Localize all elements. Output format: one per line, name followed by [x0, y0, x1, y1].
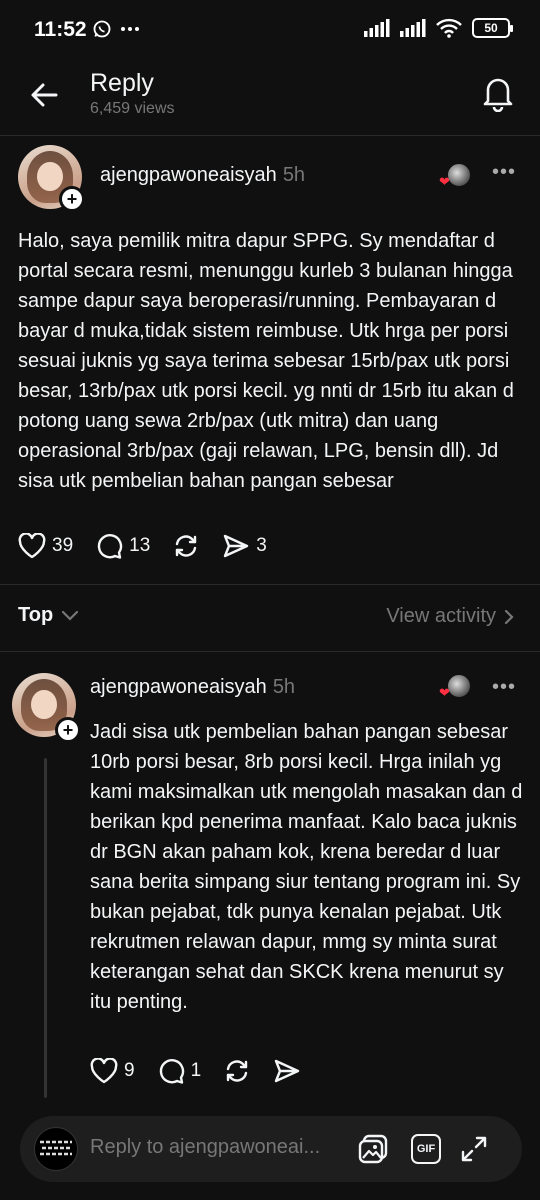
- comment-icon: [159, 1059, 184, 1084]
- post-username[interactable]: ajengpawoneaisyah: [100, 164, 277, 186]
- follow-button[interactable]: +: [55, 717, 81, 743]
- send-icon: [274, 1059, 300, 1083]
- like-count: 39: [52, 535, 74, 556]
- chevron-right-icon: [504, 609, 514, 624]
- heart-outline-icon: [90, 1058, 118, 1084]
- view-count: 6,459 views: [90, 100, 175, 117]
- sort-label: Top: [18, 604, 54, 626]
- share-button[interactable]: 3: [222, 533, 267, 559]
- image-attach-button[interactable]: [356, 1132, 390, 1166]
- post-time: 5h: [282, 164, 306, 186]
- share-button[interactable]: [273, 1058, 301, 1084]
- comment-count: 1: [190, 1060, 202, 1081]
- comment-button[interactable]: 1: [157, 1057, 202, 1085]
- post-text: Halo, saya pemilik mitra dapur SPPG. Sy …: [18, 230, 514, 492]
- view-activity-link[interactable]: View activity: [386, 605, 514, 628]
- comment-icon: [97, 534, 123, 559]
- gif-icon: GIF: [411, 1134, 441, 1164]
- send-icon: [224, 534, 249, 558]
- divider: [0, 584, 540, 585]
- repost-button[interactable]: [223, 1057, 251, 1085]
- page-title: Reply: [90, 69, 154, 97]
- like-button[interactable]: 9: [90, 1058, 135, 1084]
- divider: [0, 135, 540, 136]
- image-icon: [358, 1134, 388, 1164]
- sort-dropdown[interactable]: Top: [18, 604, 79, 627]
- battery-icon: 50: [472, 18, 513, 38]
- reply-input[interactable]: Reply to ajengpawoneai...: [90, 1136, 320, 1159]
- bell-icon: [483, 78, 513, 113]
- wifi-icon: [436, 18, 462, 38]
- expand-button[interactable]: [457, 1132, 491, 1166]
- reply-text: Jadi sisa utk pembelian bahan pangan seb…: [90, 721, 523, 1013]
- comment-button[interactable]: 13: [95, 532, 150, 560]
- repost-icon: [226, 1060, 248, 1082]
- expand-icon: [461, 1136, 487, 1162]
- top-bar: Reply 6,459 views: [0, 60, 540, 135]
- more-dots-icon: [121, 27, 139, 31]
- chevron-down-icon: [62, 610, 79, 621]
- thread-line: [44, 758, 47, 1098]
- signal-icon: [400, 19, 426, 37]
- signal-icon: [364, 19, 390, 37]
- like-count: 9: [124, 1060, 135, 1081]
- more-options-button[interactable]: •••: [492, 676, 516, 699]
- heart-icon: ❤: [439, 174, 450, 189]
- sort-row: Top View activity: [0, 596, 540, 640]
- notification-button[interactable]: [480, 74, 516, 113]
- like-button[interactable]: 39: [18, 533, 73, 559]
- back-button[interactable]: [28, 78, 62, 112]
- reply-composer[interactable]: Reply to ajengpawoneai... GIF: [20, 1116, 522, 1182]
- user-avatar: [34, 1127, 78, 1171]
- plus-icon: +: [66, 189, 78, 209]
- comment-count: 13: [129, 535, 151, 556]
- repost-button[interactable]: [172, 532, 200, 560]
- whatsapp-icon: [93, 20, 111, 38]
- repost-icon: [176, 535, 197, 557]
- follow-button[interactable]: +: [59, 186, 85, 212]
- plus-icon: +: [62, 720, 74, 740]
- status-time: 11:52: [34, 18, 87, 41]
- divider: [0, 651, 540, 652]
- reply-time: 5h: [272, 676, 296, 698]
- gif-button[interactable]: GIF: [409, 1132, 443, 1166]
- view-activity-label: View activity: [386, 605, 496, 627]
- reply-username[interactable]: ajengpawoneaisyah: [90, 676, 267, 698]
- user-avatar-logo: [40, 1140, 72, 1156]
- status-bar: 11:52 50: [0, 0, 540, 60]
- heart-outline-icon: [18, 533, 46, 559]
- back-arrow-icon: [31, 83, 58, 107]
- heart-icon: ❤: [439, 685, 450, 700]
- share-count: 3: [256, 535, 267, 556]
- more-options-button[interactable]: •••: [492, 161, 516, 184]
